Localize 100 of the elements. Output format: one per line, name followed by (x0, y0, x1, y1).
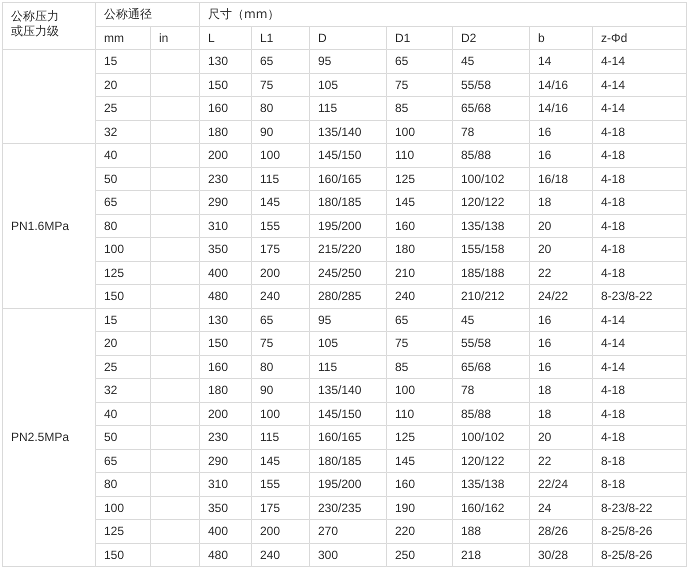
header-cell: D2 (452, 26, 530, 50)
table-cell: 16 (530, 332, 592, 355)
table-cell: 110 (386, 402, 452, 426)
table-cell: 14 (530, 50, 592, 73)
table-cell: 4-18 (592, 190, 686, 214)
table-cell: 175 (252, 238, 310, 261)
table-cell: 32 (96, 378, 150, 402)
table-cell: 4-14 (592, 355, 686, 378)
table-cell: 15 (96, 50, 150, 73)
table-cell: 120/122 (452, 190, 530, 214)
table-cell: 200 (252, 261, 310, 284)
table-cell: 80 (252, 96, 310, 120)
table-cell: 75 (386, 73, 452, 96)
table-cell: 130 (200, 308, 252, 332)
table-cell: 160 (386, 472, 452, 496)
table-cell: 180/185 (310, 190, 386, 214)
table-cell: 65/68 (452, 96, 530, 120)
table-cell: 22 (530, 261, 592, 284)
table-cell: 8-18 (592, 472, 686, 496)
table-cell: 25 (96, 355, 150, 378)
table-cell: 215/220 (310, 238, 386, 261)
table-cell: 75 (252, 332, 310, 355)
table-cell: 200 (200, 144, 252, 167)
group-label-cell: PN1.6MPa (2, 144, 96, 308)
table-cell: 180 (386, 238, 452, 261)
table-cell: 22 (530, 449, 592, 472)
table-cell: 350 (200, 238, 252, 261)
table-cell: 45 (452, 50, 530, 73)
table-cell: 110 (386, 144, 452, 167)
table-cell: 24 (530, 496, 592, 520)
table-cell: 20 (96, 332, 150, 355)
table-cell: 90 (252, 120, 310, 144)
table-cell: 135/138 (452, 472, 530, 496)
table-cell: 245/250 (310, 261, 386, 284)
header-cell: L1 (252, 26, 310, 50)
table-cell: 100 (252, 402, 310, 426)
table-cell: 100/102 (452, 426, 530, 449)
table-cell: 40 (96, 402, 150, 426)
table-cell: 65 (96, 449, 150, 472)
table-cell: 85/88 (452, 144, 530, 167)
table-cell: 100 (96, 238, 150, 261)
table-cell: 20 (530, 214, 592, 238)
table-cell: 90 (252, 378, 310, 402)
table-cell: 150 (96, 543, 150, 566)
table-cell: 4-18 (592, 238, 686, 261)
table-cell: 65/68 (452, 355, 530, 378)
table-cell: 300 (310, 543, 386, 566)
table-cell: 125 (96, 261, 150, 284)
table-cell: 480 (200, 284, 252, 308)
table-cell: 4-18 (592, 120, 686, 144)
table-cell: 75 (386, 332, 452, 355)
table-cell: 135/140 (310, 120, 386, 144)
table-cell: 220 (386, 520, 452, 543)
table-cell: 150 (96, 284, 150, 308)
table-cell: 4-18 (592, 426, 686, 449)
header-cell: 公称通径 (96, 2, 200, 26)
table-cell: 16 (530, 308, 592, 332)
header-cell: 尺寸（mm） (200, 2, 686, 26)
table-cell: 115 (252, 167, 310, 190)
table-cell: 32 (96, 120, 150, 144)
table-cell: 180 (200, 378, 252, 402)
table-cell: 55/58 (452, 332, 530, 355)
table-cell: 28/26 (530, 520, 592, 543)
table-cell: 160/165 (310, 167, 386, 190)
table-cell: 8-23/8-22 (592, 496, 686, 520)
table-cell: 18 (530, 190, 592, 214)
table-cell: 100 (96, 496, 150, 520)
table-cell: 16 (530, 355, 592, 378)
table-cell: 4-14 (592, 73, 686, 96)
table-cell: 4-14 (592, 332, 686, 355)
table-cell: 310 (200, 214, 252, 238)
table-cell: 4-18 (592, 214, 686, 238)
table-cell: 160/162 (452, 496, 530, 520)
table-cell: 230 (200, 167, 252, 190)
table-cell: 4-14 (592, 96, 686, 120)
table-cell: 120/122 (452, 449, 530, 472)
table-cell: 50 (96, 167, 150, 190)
table-cell: 150 (200, 332, 252, 355)
table-cell: 20 (530, 426, 592, 449)
table-cell: 200 (200, 402, 252, 426)
table-cell: 80 (96, 214, 150, 238)
table-cell: 105 (310, 73, 386, 96)
table-cell: 250 (386, 543, 452, 566)
header-cell: z-Φd (592, 26, 686, 50)
table-cell: 100 (386, 378, 452, 402)
table-cell: 65 (252, 50, 310, 73)
header-cell: L (200, 26, 252, 50)
table-cell: 155/158 (452, 238, 530, 261)
table-cell: 4-14 (592, 50, 686, 73)
table-cell: 180 (200, 120, 252, 144)
table-cell: 240 (252, 543, 310, 566)
header-cell: D1 (386, 26, 452, 50)
table-cell: 185/188 (452, 261, 530, 284)
table-cell: 240 (252, 284, 310, 308)
table-cell: 400 (200, 520, 252, 543)
table-cell: 65 (252, 308, 310, 332)
table-cell: 20 (530, 238, 592, 261)
table-cell: 240 (386, 284, 452, 308)
table-cell: 4-18 (592, 144, 686, 167)
table-cell: 290 (200, 449, 252, 472)
